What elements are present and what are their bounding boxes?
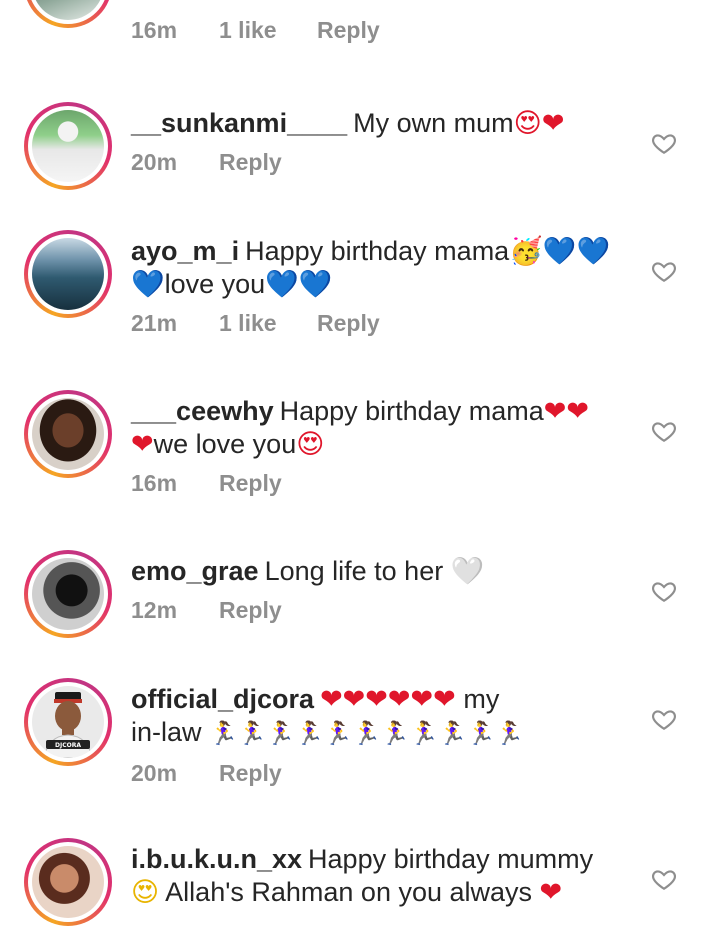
avatar[interactable] bbox=[24, 838, 112, 926]
comment-time: 20m bbox=[131, 149, 178, 175]
comment-meta: 20m Reply bbox=[131, 760, 636, 787]
comment-item: ayo_m_i Happy birthday mama🥳💙💙 💙love you💙… bbox=[0, 230, 720, 350]
reply-button[interactable]: Reply bbox=[317, 17, 380, 44]
comment-content-line2: Allah's Rahman on you always bbox=[165, 877, 533, 907]
comment-emojis: 😍 bbox=[296, 429, 325, 460]
djcora-cartoon-avatar: DJCORA bbox=[43, 692, 93, 758]
comment-username[interactable]: official_djcora bbox=[131, 684, 314, 714]
comment-item: i.b.u.k.u.n_xx Happy birthday mummy 😍 All… bbox=[0, 838, 720, 926]
comment-emojis: 😍❤ bbox=[513, 108, 565, 139]
comment-body: emo_grae Long life to her 🤍 12m Reply bbox=[131, 555, 636, 624]
comment-item: __sunkanmi____ My own mum😍❤ 20m Reply bbox=[0, 102, 720, 202]
comment-content-line2: we love you bbox=[153, 429, 297, 459]
comment-username[interactable]: __sunkanmi____ bbox=[131, 108, 347, 138]
comment-emojis: ❤ bbox=[131, 429, 154, 460]
avatar[interactable]: DJCORA bbox=[24, 678, 112, 766]
comment-content-line2: in-law bbox=[131, 717, 202, 747]
comment-likes[interactable]: 1 like bbox=[219, 17, 317, 44]
avatar-image: DJCORA bbox=[32, 686, 104, 758]
comment-text: emo_grae Long life to her 🤍 bbox=[131, 555, 636, 588]
comment-meta: 21m 1 like Reply bbox=[131, 310, 636, 337]
comment-content: Long life to her bbox=[264, 556, 444, 586]
avatar[interactable] bbox=[24, 230, 112, 318]
comment-body: __sunkanmi____ My own mum😍❤ 20m Reply bbox=[131, 107, 636, 176]
comment-text: __sunkanmi____ My own mum😍❤ bbox=[131, 107, 636, 140]
reply-button[interactable]: Reply bbox=[219, 470, 282, 497]
comment-time: 16m bbox=[131, 470, 178, 496]
comments-list: 16m 1 like Reply __sunkanmi____ My own mu… bbox=[0, 0, 720, 926]
comment-emojis: 🏃‍♀️🏃‍♀️🏃‍♀️🏃‍♀️🏃‍♀️🏃‍♀️🏃‍♀️🏃‍♀️🏃‍♀️🏃‍♀️… bbox=[209, 721, 525, 747]
comment-emojis: 🥳💙💙 bbox=[509, 236, 611, 267]
avatar[interactable] bbox=[24, 550, 112, 638]
avatar[interactable] bbox=[24, 102, 112, 190]
djcora-label: DJCORA bbox=[55, 742, 81, 749]
avatar-image bbox=[32, 110, 104, 182]
avatar-image bbox=[32, 398, 104, 470]
avatar-image bbox=[32, 558, 104, 630]
comment-time: 21m bbox=[131, 310, 178, 336]
comment-time: 12m bbox=[131, 597, 178, 623]
comment-meta: 20m Reply bbox=[131, 149, 636, 176]
comment-time: 16m bbox=[131, 17, 178, 43]
comment-text: ayo_m_i Happy birthday mama🥳💙💙 💙love you💙… bbox=[131, 235, 636, 301]
comment-content: Happy birthday mama bbox=[279, 396, 544, 426]
avatar-image bbox=[32, 238, 104, 310]
comment-body: ayo_m_i Happy birthday mama🥳💙💙 💙love you💙… bbox=[131, 235, 636, 337]
comment-content-line2: love you bbox=[164, 269, 266, 299]
comment-content: Happy birthday mummy bbox=[308, 844, 594, 874]
reply-button[interactable]: Reply bbox=[219, 149, 282, 176]
comment-body: official_djcora ❤❤❤❤❤❤ my in-law 🏃‍♀️🏃‍♀️… bbox=[131, 683, 636, 787]
comment-username[interactable]: ___ceewhy bbox=[131, 396, 274, 426]
comment-meta: 12m Reply bbox=[131, 597, 636, 624]
reply-button[interactable]: Reply bbox=[219, 760, 282, 787]
comment-emojis: ❤❤❤❤❤❤ bbox=[320, 684, 456, 715]
comment-body: ___ceewhy Happy birthday mama❤❤ ❤we love … bbox=[131, 395, 636, 497]
comment-text: official_djcora ❤❤❤❤❤❤ my in-law 🏃‍♀️🏃‍♀️… bbox=[131, 683, 636, 751]
comment-emojis: ❤❤ bbox=[543, 396, 589, 427]
heart-outline-icon[interactable] bbox=[651, 418, 677, 444]
comment-emojis: ❤ bbox=[539, 877, 563, 908]
comment-likes[interactable]: 1 like bbox=[219, 310, 317, 337]
comment-emojis: 😍 bbox=[131, 877, 160, 908]
comment-body: 16m 1 like Reply bbox=[131, 8, 636, 44]
comment-item: emo_grae Long life to her 🤍 12m Reply bbox=[0, 550, 720, 650]
comment-emojis: 💙 bbox=[131, 269, 165, 300]
comment-body: i.b.u.k.u.n_xx Happy birthday mummy 😍 All… bbox=[131, 843, 636, 909]
comment-partial: 16m 1 like Reply bbox=[0, 0, 720, 60]
comment-meta: 16m 1 like Reply bbox=[131, 17, 636, 44]
comment-emojis: 🤍 bbox=[450, 556, 485, 587]
comment-meta: 16m Reply bbox=[131, 470, 636, 497]
comment-text: i.b.u.k.u.n_xx Happy birthday mummy 😍 All… bbox=[131, 843, 636, 909]
heart-outline-icon[interactable] bbox=[651, 578, 677, 604]
reply-button[interactable]: Reply bbox=[317, 310, 380, 337]
avatar-image bbox=[32, 0, 104, 20]
reply-button[interactable]: Reply bbox=[219, 597, 282, 624]
comment-emojis: 💙💙 bbox=[265, 269, 333, 300]
comment-username[interactable]: ayo_m_i bbox=[131, 236, 239, 266]
comment-item: ___ceewhy Happy birthday mama❤❤ ❤we love … bbox=[0, 390, 720, 510]
comment-username[interactable]: i.b.u.k.u.n_xx bbox=[131, 844, 302, 874]
comment-content: Happy birthday mama bbox=[245, 236, 510, 266]
avatar[interactable] bbox=[24, 0, 112, 28]
avatar-image bbox=[32, 846, 104, 918]
comment-content: My own mum bbox=[353, 108, 514, 138]
comment-content: my bbox=[463, 684, 500, 714]
heart-outline-icon[interactable] bbox=[651, 866, 677, 892]
avatar[interactable] bbox=[24, 390, 112, 478]
comment-username[interactable]: emo_grae bbox=[131, 556, 259, 586]
comment-text: ___ceewhy Happy birthday mama❤❤ ❤we love … bbox=[131, 395, 636, 461]
heart-outline-icon[interactable] bbox=[651, 706, 677, 732]
heart-outline-icon[interactable] bbox=[651, 258, 677, 284]
comment-item: DJCORA official_djcora ❤❤❤❤❤❤ my in-law 🏃… bbox=[0, 678, 720, 798]
comment-time: 20m bbox=[131, 760, 178, 786]
heart-outline-icon[interactable] bbox=[651, 130, 677, 156]
